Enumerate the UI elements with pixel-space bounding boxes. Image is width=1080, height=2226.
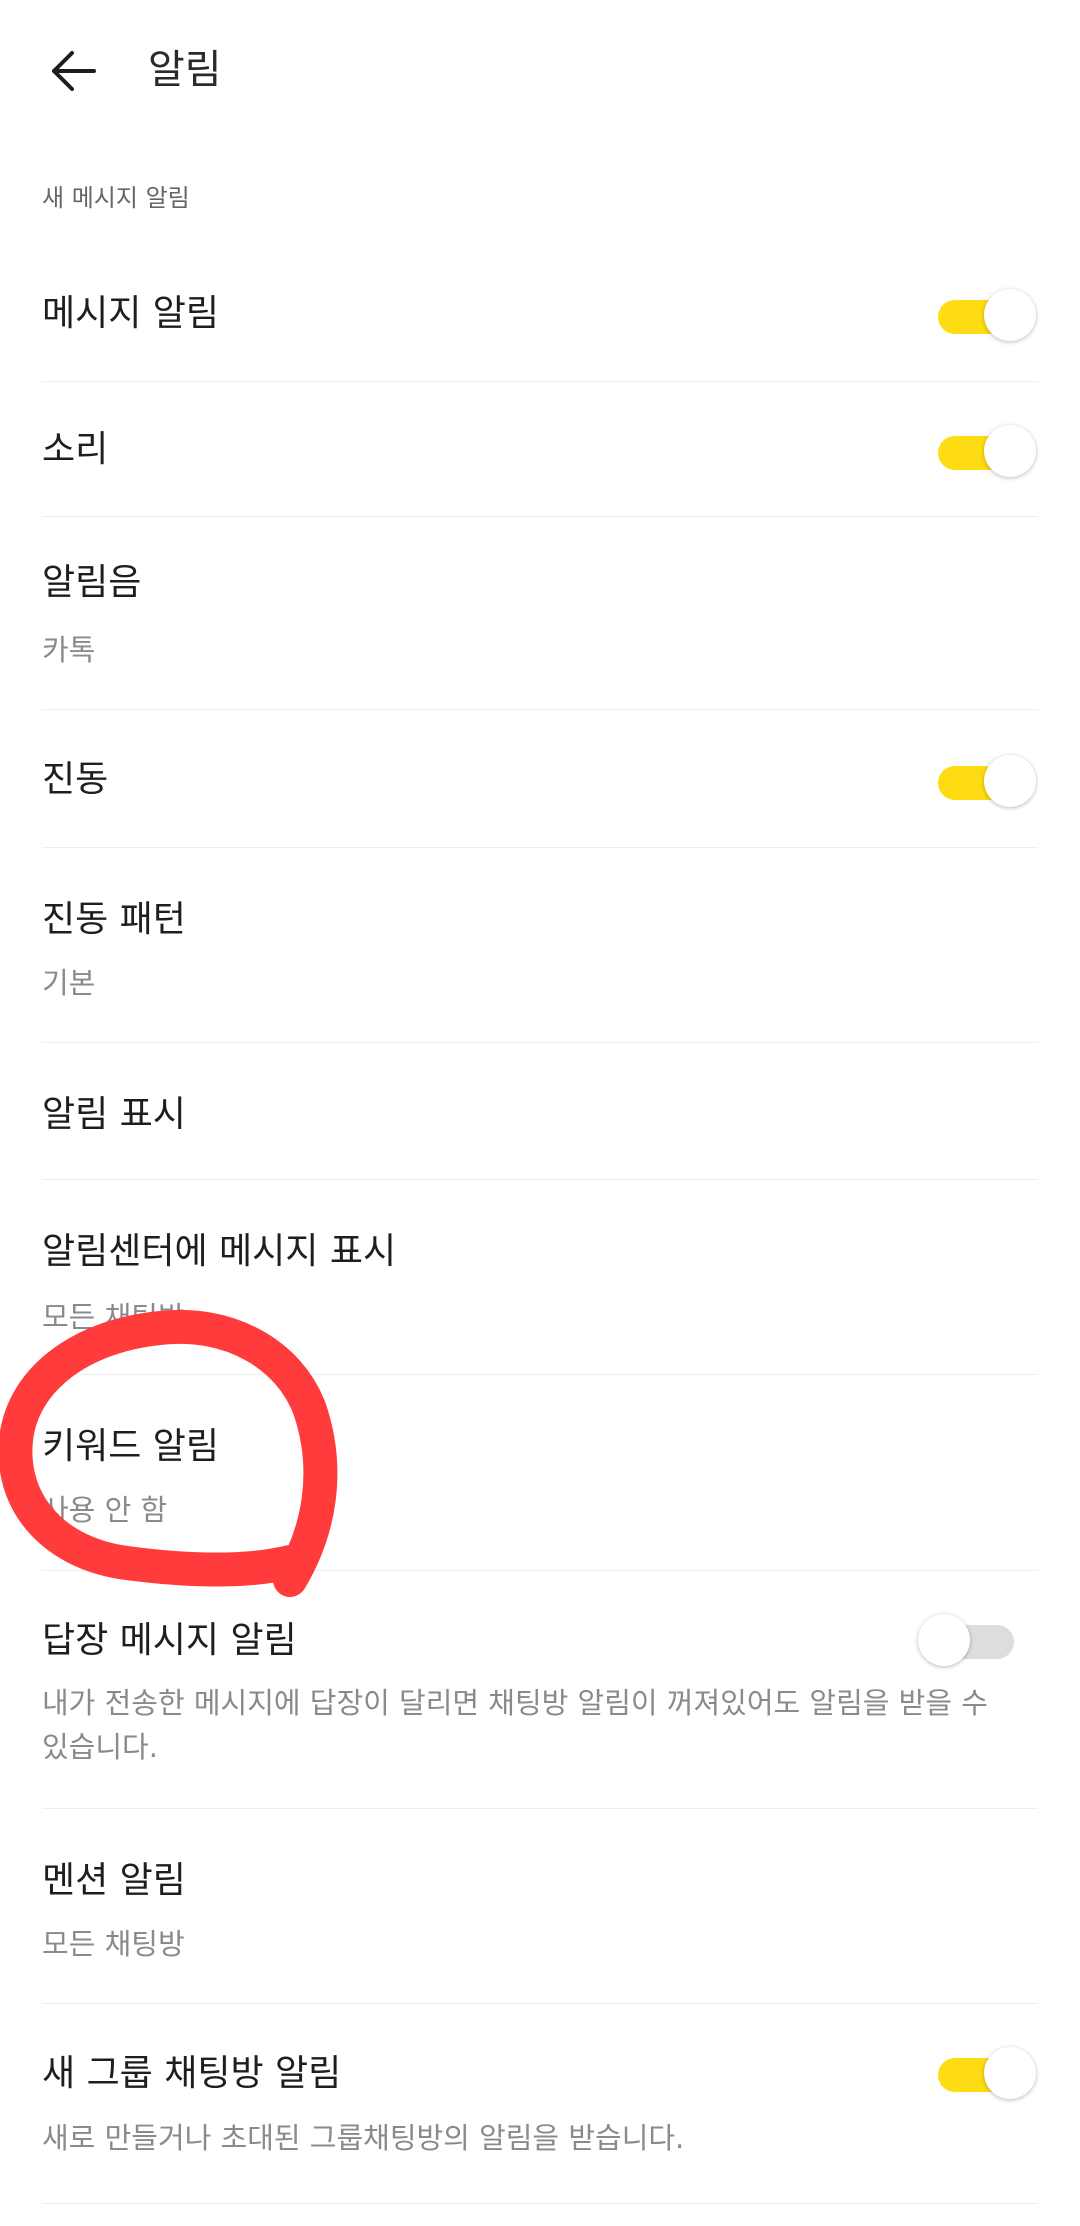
setting-description: 내가 전송한 메시지에 답장이 달리면 채팅방 알림이 꺼져있어도 알림을 받을…	[42, 1686, 988, 1764]
setting-alert-display[interactable]: 알림 표시	[42, 1043, 1038, 1180]
toggle-knob	[918, 1614, 970, 1666]
setting-value: 카톡	[42, 633, 96, 667]
toggle-knob	[984, 425, 1036, 477]
toggle-knob	[984, 755, 1036, 807]
setting-new-group-alert[interactable]: 새 그룹 채팅방 알림 새로 만들거나 초대된 그룹채팅방의 알림을 받습니다.	[42, 2004, 1038, 2204]
setting-title: 알림 표시	[42, 1094, 186, 1135]
setting-sound[interactable]: 소리	[42, 382, 1038, 517]
setting-mention-alert[interactable]: 멘션 알림 모든 채팅방	[42, 1809, 1038, 2004]
toggle-knob	[984, 2047, 1036, 2099]
reply-alert-toggle[interactable]	[918, 1611, 1022, 1667]
toggle-knob	[984, 289, 1036, 341]
arrow-left-icon	[52, 51, 96, 91]
sound-toggle[interactable]	[938, 422, 1038, 478]
setting-reply-alert[interactable]: 답장 메시지 알림 내가 전송한 메시지에 답장이 달리면 채팅방 알림이 꺼져…	[42, 1571, 1038, 1809]
setting-keyword-alert[interactable]: 키워드 알림 사용 안 함	[42, 1375, 1038, 1571]
setting-title: 알림센터에 메시지 표시	[42, 1231, 397, 1272]
setting-title: 새 그룹 채팅방 알림	[42, 2053, 342, 2094]
setting-title: 소리	[42, 429, 109, 470]
back-button[interactable]	[38, 36, 108, 106]
setting-title: 키워드 알림	[42, 1426, 220, 1467]
setting-value: 모든 채팅방	[42, 1300, 185, 1334]
setting-vibration[interactable]: 진동	[42, 710, 1038, 848]
new-group-alert-toggle[interactable]	[938, 2044, 1038, 2100]
vibration-toggle[interactable]	[938, 752, 1038, 808]
setting-title: 진동 패턴	[42, 899, 186, 940]
setting-title: 답장 메시지 알림	[42, 1620, 297, 1661]
message-alert-toggle[interactable]	[938, 286, 1038, 342]
page-title: 알림	[148, 47, 222, 93]
setting-value: 모든 채팅방	[42, 1927, 185, 1961]
section-label-new-message: 새 메시지 알림	[42, 184, 190, 212]
setting-ringtone[interactable]: 알림음 카톡	[42, 517, 1038, 710]
setting-vibration-pattern[interactable]: 진동 패턴 기본	[42, 848, 1038, 1043]
setting-title: 메시지 알림	[42, 293, 220, 334]
setting-notification-center[interactable]: 알림센터에 메시지 표시 모든 채팅방	[42, 1180, 1038, 1375]
setting-title: 알림음	[42, 562, 142, 603]
setting-title: 진동	[42, 759, 109, 800]
setting-title: 멘션 알림	[42, 1860, 186, 1901]
setting-value: 기본	[42, 966, 96, 1000]
setting-value: 사용 안 함	[42, 1493, 168, 1527]
app-header: 알림	[0, 0, 1080, 150]
setting-description: 새로 만들거나 초대된 그룹채팅방의 알림을 받습니다.	[42, 2121, 685, 2155]
setting-message-alert[interactable]: 메시지 알림	[42, 250, 1038, 382]
